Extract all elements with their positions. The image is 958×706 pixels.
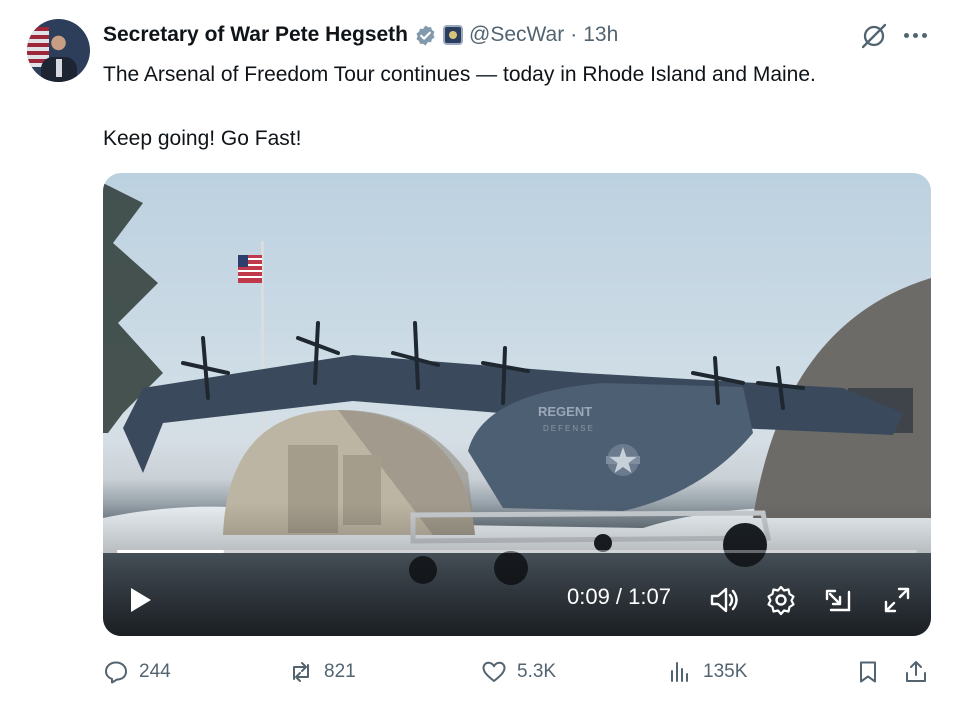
volume-icon[interactable] xyxy=(707,583,741,617)
share-button[interactable] xyxy=(903,652,929,692)
tweet-text: The Arsenal of Freedom Tour continues — … xyxy=(103,61,943,153)
tweet-header: Secretary of War Pete Hegseth @SecWar · … xyxy=(103,20,618,50)
aircraft-logo-text: REGENT xyxy=(538,404,592,419)
affiliation-badge-icon[interactable] xyxy=(443,25,464,45)
reply-count: 244 xyxy=(139,661,171,682)
grok-icon[interactable] xyxy=(859,22,889,50)
author-handle[interactable]: @SecWar xyxy=(469,23,564,47)
avatar-tie xyxy=(56,59,62,77)
repost-button[interactable]: 821 xyxy=(288,652,356,692)
video-progress-bar[interactable] xyxy=(117,550,917,553)
tweet-text-line: Keep going! Go Fast! xyxy=(103,127,302,150)
verified-badge-icon xyxy=(416,24,435,46)
bookmark-icon xyxy=(860,661,876,683)
like-count: 5.3K xyxy=(517,661,557,682)
header-separator: · xyxy=(570,23,578,46)
views-button[interactable]: 135K xyxy=(667,652,747,692)
bookmark-button[interactable] xyxy=(855,652,881,692)
play-icon[interactable] xyxy=(123,583,157,617)
view-count: 135K xyxy=(703,661,748,682)
reply-button[interactable]: 244 xyxy=(103,652,171,692)
more-options-icon[interactable] xyxy=(904,27,932,43)
analytics-icon xyxy=(671,662,688,682)
aircraft-logo-subtext: DEFENSE xyxy=(543,424,595,433)
heart-icon xyxy=(482,661,506,682)
video-frame: REGENT DEFENSE xyxy=(103,183,931,636)
author-avatar[interactable] xyxy=(27,19,90,82)
tweet-actions: 244 821 5.3K 135K xyxy=(103,652,931,692)
fullscreen-icon[interactable] xyxy=(880,583,914,617)
like-button[interactable]: 5.3K xyxy=(481,652,556,692)
settings-gear-icon[interactable] xyxy=(764,583,798,617)
display-name[interactable]: Secretary of War Pete Hegseth xyxy=(103,23,408,47)
video-player[interactable]: REGENT DEFENSE 0:09 / 1:07 xyxy=(103,173,931,636)
tweet-text-line: The Arsenal of Freedom Tour continues — … xyxy=(103,63,816,86)
reply-icon xyxy=(105,661,127,684)
repost-icon xyxy=(293,662,309,682)
share-icon xyxy=(906,661,926,682)
repost-count: 821 xyxy=(324,661,356,682)
video-progress-fill xyxy=(117,550,225,553)
pip-icon[interactable] xyxy=(821,583,855,617)
tweet-timestamp[interactable]: 13h xyxy=(583,23,618,47)
video-time: 0:09 / 1:07 xyxy=(567,584,671,609)
